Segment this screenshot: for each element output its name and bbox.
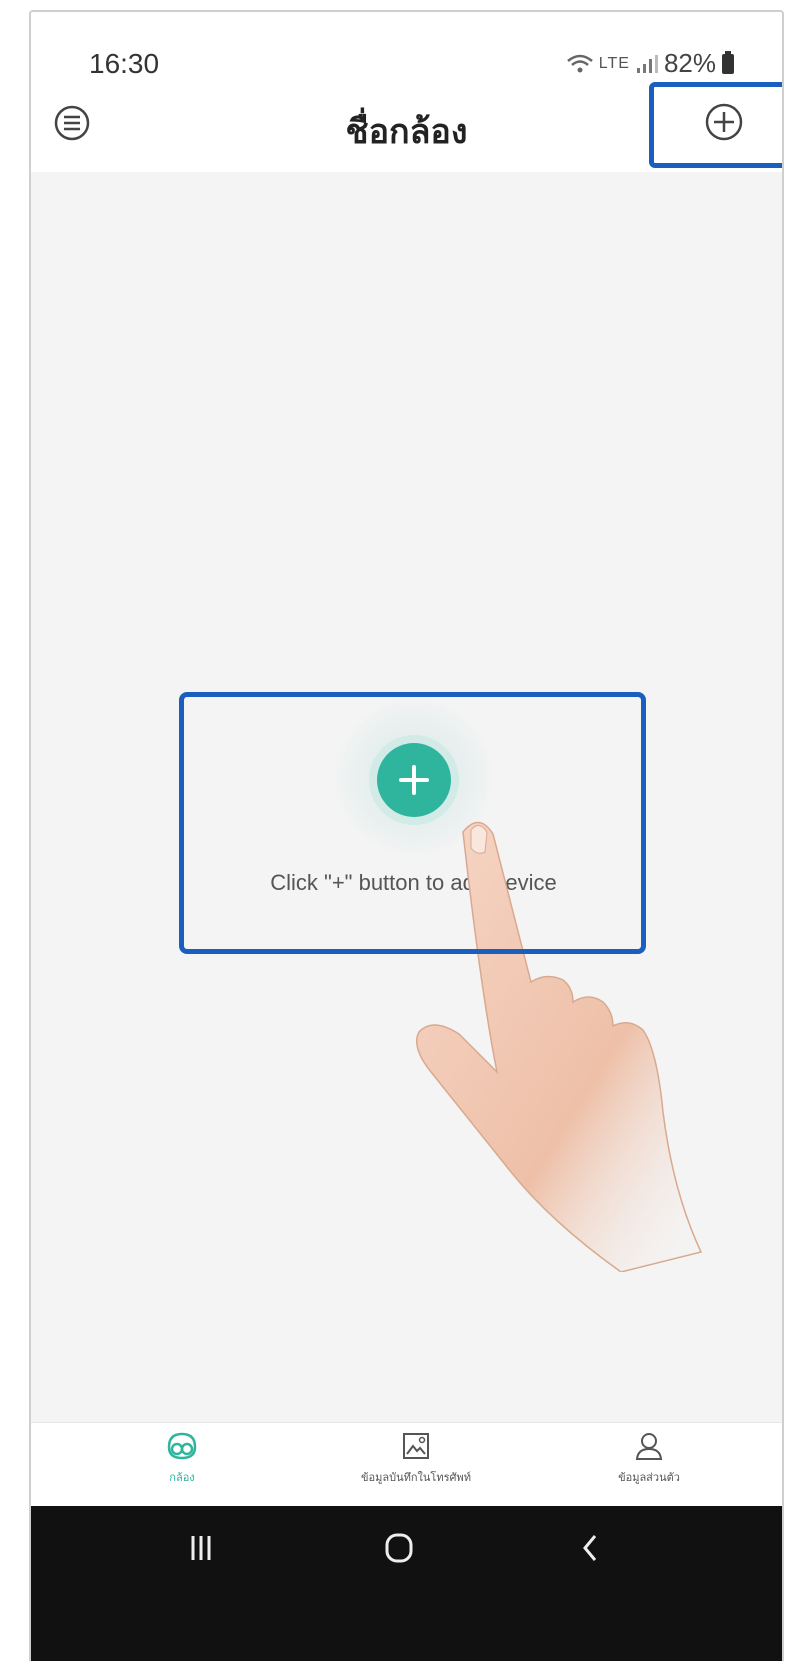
battery-percent: 82%	[663, 48, 716, 78]
signal-icon	[636, 54, 658, 73]
tab-phone-records-label: ข้อมูลบันทึกในโทรศัพท์	[361, 1472, 471, 1484]
battery-icon	[722, 50, 734, 74]
status-time: 16:30	[89, 48, 160, 79]
status-bar: 16:30 LTE 82%	[31, 12, 782, 82]
network-type-label: LTE	[598, 54, 630, 72]
tab-profile[interactable]: ข้อมูลส่วนตัว	[579, 1431, 719, 1486]
tab-camera-label: กล้อง	[169, 1472, 195, 1484]
back-icon[interactable]	[571, 1528, 611, 1568]
status-icons: LTE 82%	[566, 48, 734, 79]
phone-screen: 16:30 LTE 82% ชื่อกล้อง Click "+" button…	[29, 10, 784, 1661]
recents-icon[interactable]	[181, 1528, 221, 1568]
highlight-frame-add-button	[649, 82, 782, 168]
camera-home-icon	[167, 1432, 197, 1460]
system-nav-bar	[31, 1506, 782, 1661]
wifi-icon	[566, 54, 593, 72]
bottom-tab-bar: กล้อง ข้อมูลบันทึกในโทรศัพท์ ข้อมูลส่วนต…	[31, 1422, 782, 1507]
image-icon	[403, 1433, 429, 1459]
tab-camera[interactable]: กล้อง	[127, 1431, 237, 1486]
home-icon[interactable]	[379, 1528, 419, 1568]
tab-profile-label: ข้อมูลส่วนตัว	[618, 1472, 680, 1484]
tab-phone-records[interactable]: ข้อมูลบันทึกในโทรศัพท์	[301, 1431, 531, 1486]
user-icon	[635, 1433, 663, 1460]
highlight-frame-add-device	[179, 692, 646, 954]
